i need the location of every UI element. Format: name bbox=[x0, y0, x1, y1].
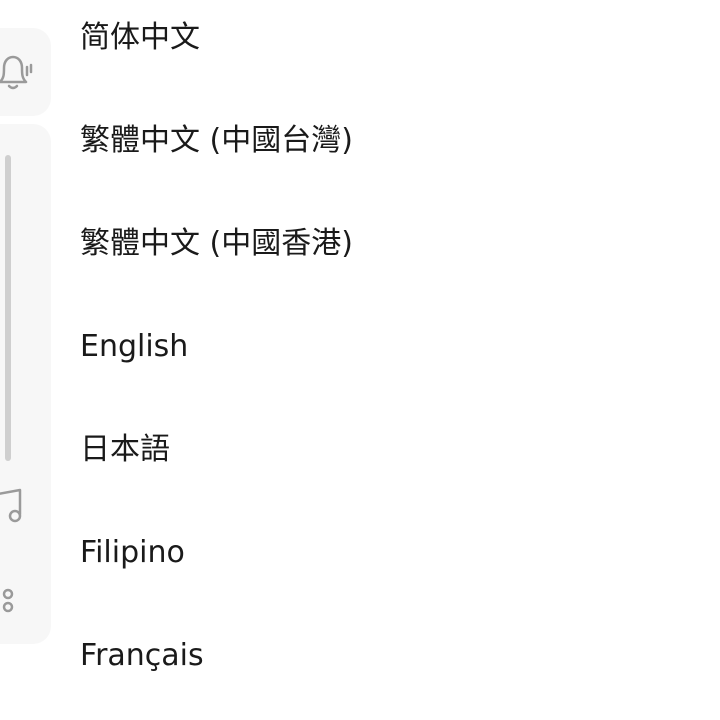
bell-icon[interactable] bbox=[0, 50, 34, 94]
language-option-zh-hk[interactable]: 繁體中文 (中國香港) bbox=[80, 214, 720, 274]
volume-slider[interactable] bbox=[5, 155, 11, 461]
music-icon[interactable] bbox=[0, 488, 26, 526]
language-option-filipino[interactable]: Filipino bbox=[80, 523, 720, 583]
screen: 简体中文 繁體中文 (中國台灣) 繁體中文 (中國香港) English 日本語… bbox=[0, 0, 720, 720]
language-option-zh-tw[interactable]: 繁體中文 (中國台灣) bbox=[80, 111, 720, 171]
language-option-english[interactable]: English bbox=[80, 317, 720, 377]
language-option-zh-hans[interactable]: 简体中文 bbox=[80, 8, 720, 68]
more-options-icon[interactable] bbox=[0, 586, 16, 616]
language-option-japanese[interactable]: 日本語 bbox=[80, 420, 720, 480]
language-option-french[interactable]: Français bbox=[80, 626, 720, 686]
